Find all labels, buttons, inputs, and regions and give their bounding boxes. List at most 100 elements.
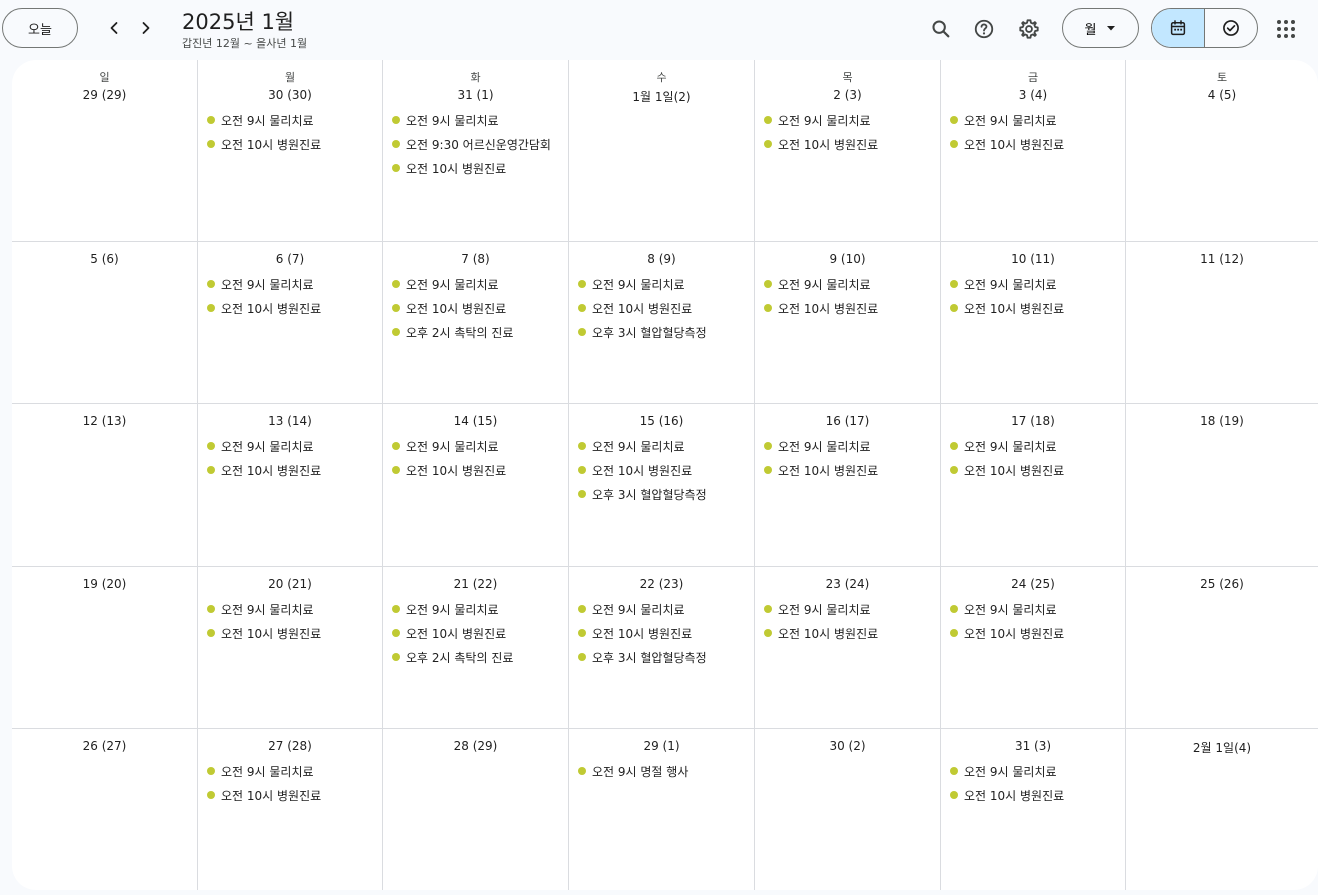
calendar-event[interactable]: 오전 9시 물리치료 [207, 108, 380, 132]
calendar-event[interactable]: 오전 10시 병원진료 [578, 296, 752, 320]
calendar-event[interactable]: 오전 9시 물리치료 [764, 434, 938, 458]
date-label[interactable]: 15 (16) [569, 414, 754, 428]
date-label[interactable]: 21 (22) [383, 577, 568, 591]
calendar-event[interactable]: 오전 9시 물리치료 [950, 759, 1123, 783]
day-cell[interactable]: 31 (3) 오전 9시 물리치료 오전 10시 병원진료 [941, 729, 1126, 890]
date-label[interactable]: 26 (27) [12, 739, 197, 753]
day-cell[interactable]: 22 (23) 오전 9시 물리치료 오전 10시 병원진료 오후 3시 혈압혈당측정 [569, 567, 755, 729]
day-cell[interactable]: 29 (1) 오전 9시 명절 행사 [569, 729, 755, 890]
calendar-event[interactable]: 오후 3시 혈압혈당측정 [578, 645, 752, 669]
tasks-view-toggle[interactable] [1205, 9, 1258, 47]
day-cell[interactable]: 23 (24) 오전 9시 물리치료 오전 10시 병원진료 [755, 567, 941, 729]
calendar-event[interactable]: 오전 10시 병원진료 [950, 296, 1123, 320]
date-label[interactable]: 10 (11) [941, 252, 1125, 266]
calendar-event[interactable]: 오후 3시 혈압혈당측정 [578, 320, 752, 344]
calendar-event[interactable]: 오전 9시 물리치료 [950, 272, 1123, 296]
calendar-event[interactable]: 오전 9시 물리치료 [392, 434, 566, 458]
calendar-event[interactable]: 오전 9시 물리치료 [950, 434, 1123, 458]
day-cell[interactable]: 5 (6) [12, 242, 198, 404]
date-label[interactable]: 31 (3) [941, 739, 1125, 753]
day-cell[interactable]: 9 (10) 오전 9시 물리치료 오전 10시 병원진료 [755, 242, 941, 404]
date-label[interactable]: 23 (24) [755, 577, 940, 591]
help-button[interactable] [965, 10, 1003, 48]
calendar-event[interactable]: 오전 9시 물리치료 [764, 272, 938, 296]
calendar-event[interactable]: 오전 10시 병원진료 [207, 621, 380, 645]
date-label[interactable]: 5 (6) [12, 252, 197, 266]
day-cell[interactable]: 월 30 (30) 오전 9시 물리치료 오전 10시 병원진료 [198, 60, 383, 242]
calendar-event[interactable]: 오전 10시 병원진료 [764, 296, 938, 320]
date-label[interactable]: 9 (10) [755, 252, 940, 266]
calendar-event[interactable]: 오전 9시 물리치료 [207, 434, 380, 458]
day-cell[interactable]: 목 2 (3) 오전 9시 물리치료 오전 10시 병원진료 [755, 60, 941, 242]
calendar-event[interactable]: 오전 10시 병원진료 [950, 621, 1123, 645]
day-cell[interactable]: 30 (2) [755, 729, 941, 890]
today-button[interactable]: 오늘 [2, 8, 78, 48]
calendar-event[interactable]: 오전 10시 병원진료 [207, 296, 380, 320]
calendar-event[interactable]: 오전 9시 물리치료 [392, 272, 566, 296]
calendar-event[interactable]: 오전 9시 물리치료 [207, 597, 380, 621]
search-button[interactable] [922, 10, 960, 48]
day-cell[interactable]: 토 4 (5) [1126, 60, 1318, 242]
day-cell[interactable]: 수 1월 1일(2) [569, 60, 755, 242]
calendar-event[interactable]: 오전 10시 병원진료 [207, 132, 380, 156]
date-label[interactable]: 28 (29) [383, 739, 568, 753]
next-month-button[interactable] [130, 12, 162, 44]
date-label[interactable]: 18 (19) [1126, 414, 1318, 428]
calendar-event[interactable]: 오전 9시 물리치료 [764, 108, 938, 132]
calendar-event[interactable]: 오전 9시 물리치료 [578, 272, 752, 296]
date-label[interactable]: 12 (13) [12, 414, 197, 428]
date-label[interactable]: 29 (29) [12, 88, 197, 102]
calendar-event[interactable]: 오전 10시 병원진료 [207, 783, 380, 807]
date-label[interactable]: 8 (9) [569, 252, 754, 266]
date-label[interactable]: 25 (26) [1126, 577, 1318, 591]
date-label[interactable]: 6 (7) [198, 252, 382, 266]
date-label[interactable]: 30 (30) [198, 88, 382, 102]
date-label[interactable]: 17 (18) [941, 414, 1125, 428]
calendar-event[interactable]: 오전 9시 물리치료 [392, 597, 566, 621]
calendar-event[interactable]: 오전 9시 물리치료 [207, 759, 380, 783]
day-cell[interactable]: 27 (28) 오전 9시 물리치료 오전 10시 병원진료 [198, 729, 383, 890]
calendar-event[interactable]: 오전 9시 물리치료 [950, 108, 1123, 132]
date-label[interactable]: 1월 1일(2) [569, 88, 754, 105]
date-label[interactable]: 27 (28) [198, 739, 382, 753]
day-cell[interactable]: 12 (13) [12, 404, 198, 567]
calendar-event[interactable]: 오전 10시 병원진료 [764, 458, 938, 482]
date-label[interactable]: 19 (20) [12, 577, 197, 591]
calendar-event[interactable]: 오전 9시 물리치료 [578, 597, 752, 621]
day-cell[interactable]: 금 3 (4) 오전 9시 물리치료 오전 10시 병원진료 [941, 60, 1126, 242]
day-cell[interactable]: 11 (12) [1126, 242, 1318, 404]
day-cell[interactable]: 15 (16) 오전 9시 물리치료 오전 10시 병원진료 오후 3시 혈압혈당측정 [569, 404, 755, 567]
date-label[interactable]: 2 (3) [755, 88, 940, 102]
calendar-view-toggle[interactable] [1152, 9, 1205, 47]
apps-button[interactable] [1267, 10, 1305, 48]
calendar-event[interactable]: 오전 9시 물리치료 [764, 597, 938, 621]
day-cell[interactable]: 19 (20) [12, 567, 198, 729]
calendar-event[interactable]: 오후 3시 혈압혈당측정 [578, 482, 752, 506]
calendar-event[interactable]: 오전 9시 명절 행사 [578, 759, 752, 783]
calendar-event[interactable]: 오후 2시 촉탁의 진료 [392, 645, 566, 669]
calendar-event[interactable]: 오전 9시 물리치료 [578, 434, 752, 458]
date-label[interactable]: 14 (15) [383, 414, 568, 428]
calendar-event[interactable]: 오후 2시 촉탁의 진료 [392, 320, 566, 344]
calendar-event[interactable]: 오전 10시 병원진료 [578, 621, 752, 645]
date-label[interactable]: 30 (2) [755, 739, 940, 753]
calendar-event[interactable]: 오전 9시 물리치료 [392, 108, 566, 132]
date-label[interactable]: 13 (14) [198, 414, 382, 428]
day-cell[interactable]: 16 (17) 오전 9시 물리치료 오전 10시 병원진료 [755, 404, 941, 567]
calendar-event[interactable]: 오전 10시 병원진료 [950, 458, 1123, 482]
day-cell[interactable]: 일 29 (29) [12, 60, 198, 242]
day-cell[interactable]: 13 (14) 오전 9시 물리치료 오전 10시 병원진료 [198, 404, 383, 567]
day-cell[interactable]: 10 (11) 오전 9시 물리치료 오전 10시 병원진료 [941, 242, 1126, 404]
day-cell[interactable]: 24 (25) 오전 9시 물리치료 오전 10시 병원진료 [941, 567, 1126, 729]
calendar-event[interactable]: 오전 10시 병원진료 [392, 621, 566, 645]
date-label[interactable]: 24 (25) [941, 577, 1125, 591]
day-cell[interactable]: 8 (9) 오전 9시 물리치료 오전 10시 병원진료 오후 3시 혈압혈당측정 [569, 242, 755, 404]
date-label[interactable]: 31 (1) [383, 88, 568, 102]
day-cell[interactable]: 화 31 (1) 오전 9시 물리치료 오전 9:30 어르신운영간담회 오전 10시 … [383, 60, 569, 242]
date-label[interactable]: 2월 1일(4) [1126, 739, 1318, 756]
calendar-event[interactable]: 오전 10시 병원진료 [764, 132, 938, 156]
calendar-event[interactable]: 오전 10시 병원진료 [392, 296, 566, 320]
date-label[interactable]: 29 (1) [569, 739, 754, 753]
day-cell[interactable]: 28 (29) [383, 729, 569, 890]
calendar-event[interactable]: 오전 9:30 어르신운영간담회 [392, 132, 566, 156]
